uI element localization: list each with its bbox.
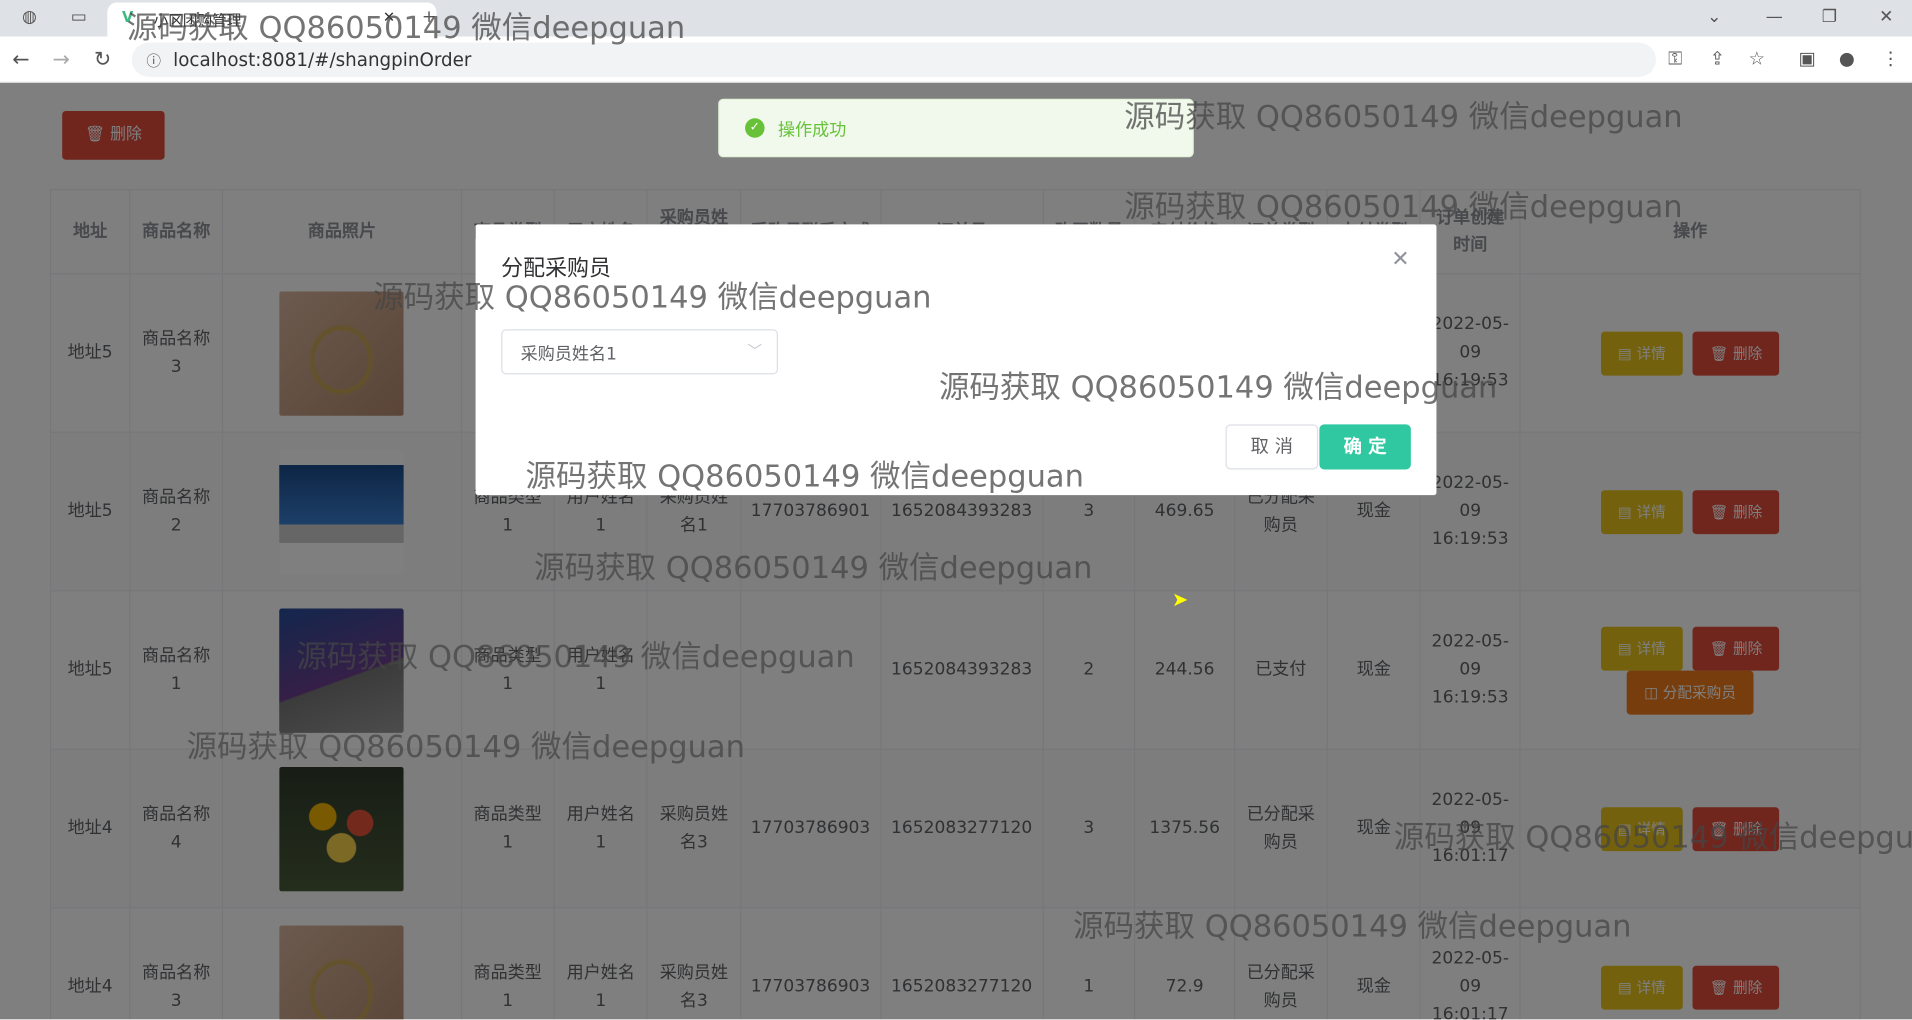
check-circle-icon: ✓ xyxy=(745,118,765,138)
share-icon[interactable]: ⇪ xyxy=(1710,48,1725,70)
buyer-select[interactable]: 采购员姓名1 ﹀ xyxy=(501,329,778,375)
close-tab-icon[interactable]: ✕ xyxy=(383,9,395,26)
key-icon[interactable]: ⚿ xyxy=(1668,48,1682,70)
tab-bar: ◍ ▭ V 小区团购管理 ✕ + ⌄ — ❐ ✕ xyxy=(0,0,1912,37)
info-icon: ⓘ xyxy=(146,52,161,70)
chevron-down-icon: ﹀ xyxy=(747,342,763,360)
tab-title: 小区团购管理 xyxy=(153,12,242,30)
reload-icon[interactable]: ↻ xyxy=(94,48,111,72)
select-value: 采购员姓名1 xyxy=(520,345,617,365)
minimize-icon[interactable]: — xyxy=(1766,7,1783,27)
forward-icon[interactable]: → xyxy=(52,48,69,72)
back-icon[interactable]: ← xyxy=(12,48,29,72)
star-icon[interactable]: ☆ xyxy=(1749,48,1765,70)
assign-buyer-dialog: 分配采购员 ✕ 采购员姓名1 ﹀ 取 消 确 定 xyxy=(475,224,1437,496)
browser-window: ◍ ▭ V 小区团购管理 ✕ + ⌄ — ❐ ✕ ← → ↻ ⓘ localho… xyxy=(0,0,1912,1020)
maximize-icon[interactable]: ❐ xyxy=(1822,7,1837,27)
confirm-button[interactable]: 确 定 xyxy=(1319,424,1411,470)
cancel-button[interactable]: 取 消 xyxy=(1225,424,1319,470)
close-icon[interactable]: ✕ xyxy=(1391,246,1409,272)
sidebar-icon[interactable]: ▣ xyxy=(1799,48,1816,70)
url-input[interactable]: ⓘ localhost:8081/#/shangpinOrder xyxy=(131,42,1656,77)
chevron-down-icon[interactable]: ⌄ xyxy=(1707,7,1721,27)
vue-logo-icon: V xyxy=(121,8,134,26)
url-text: localhost:8081/#/shangpinOrder xyxy=(173,48,472,71)
menu-icon[interactable]: ⋮ xyxy=(1882,48,1900,70)
close-window-icon[interactable]: ✕ xyxy=(1879,7,1893,27)
browser-tab[interactable]: V 小区团购管理 ✕ xyxy=(107,2,437,37)
address-bar: ← → ↻ ⓘ localhost:8081/#/shangpinOrder ⚿… xyxy=(0,36,1912,83)
globe-icon[interactable]: ◍ xyxy=(22,7,37,27)
dialog-title: 分配采购员 xyxy=(501,256,611,282)
profile-icon[interactable]: ● xyxy=(1839,48,1855,70)
toast-message: 操作成功 xyxy=(777,120,847,141)
success-toast: ✓ 操作成功 xyxy=(718,98,1194,158)
mouse-cursor-icon: ➤ xyxy=(1171,587,1189,611)
tab-grid-icon[interactable]: ▭ xyxy=(71,7,87,27)
new-tab-icon[interactable]: + xyxy=(422,7,436,27)
